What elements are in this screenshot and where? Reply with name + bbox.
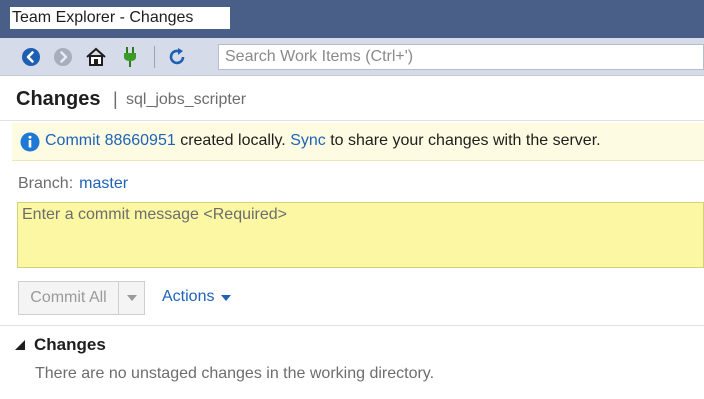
toolbar-separator: [154, 46, 155, 68]
actions-menu[interactable]: Actions: [162, 288, 232, 306]
actions-label: Actions: [162, 288, 215, 305]
commit-message-input[interactable]: Enter a commit message <Required>: [17, 202, 704, 268]
window-titlebar: Team Explorer - Changes: [0, 0, 704, 38]
back-icon[interactable]: [20, 46, 42, 68]
page-header: Changes | sql_jobs_scripter: [0, 77, 704, 121]
chevron-down-icon: [221, 295, 232, 301]
info-suffix-text: to share your changes with the server.: [330, 132, 601, 149]
info-middle-text: created locally.: [180, 132, 286, 149]
commit-id-link[interactable]: 88660951: [105, 132, 176, 149]
info-bar: Commit 88660951 created locally. Sync to…: [12, 123, 704, 161]
commit-link-prefix[interactable]: Commit: [45, 132, 100, 149]
commit-all-button[interactable]: Commit All: [19, 282, 119, 314]
changes-section-header[interactable]: Changes: [14, 335, 106, 355]
info-icon: [20, 132, 40, 152]
chevron-down-icon: [126, 295, 137, 301]
header-separator: |: [113, 89, 118, 109]
page-title[interactable]: Changes: [16, 88, 100, 111]
sync-link[interactable]: Sync: [290, 132, 326, 149]
info-message: Commit 88660951 created locally. Sync to…: [45, 132, 601, 150]
commit-all-split-button: Commit All: [18, 281, 145, 315]
forward-icon[interactable]: [52, 46, 74, 68]
repository-name: sql_jobs_scripter: [126, 91, 247, 108]
connect-icon[interactable]: [119, 46, 141, 68]
changes-section-title: Changes: [34, 335, 106, 354]
refresh-icon[interactable]: [166, 46, 188, 68]
empty-changes-message: There are no unstaged changes in the wor…: [35, 365, 435, 382]
branch-label: Branch:: [18, 175, 74, 192]
collapse-triangle-icon: [15, 340, 25, 350]
section-divider: [0, 325, 704, 326]
commit-all-dropdown[interactable]: [119, 282, 144, 314]
window-title: Team Explorer - Changes: [10, 7, 230, 29]
branch-row: Branch: master: [18, 175, 128, 193]
toolbar: Search Work Items (Ctrl+'): [0, 38, 704, 76]
search-input[interactable]: Search Work Items (Ctrl+'): [218, 44, 704, 70]
home-icon[interactable]: [85, 46, 107, 68]
branch-link[interactable]: master: [79, 175, 128, 192]
